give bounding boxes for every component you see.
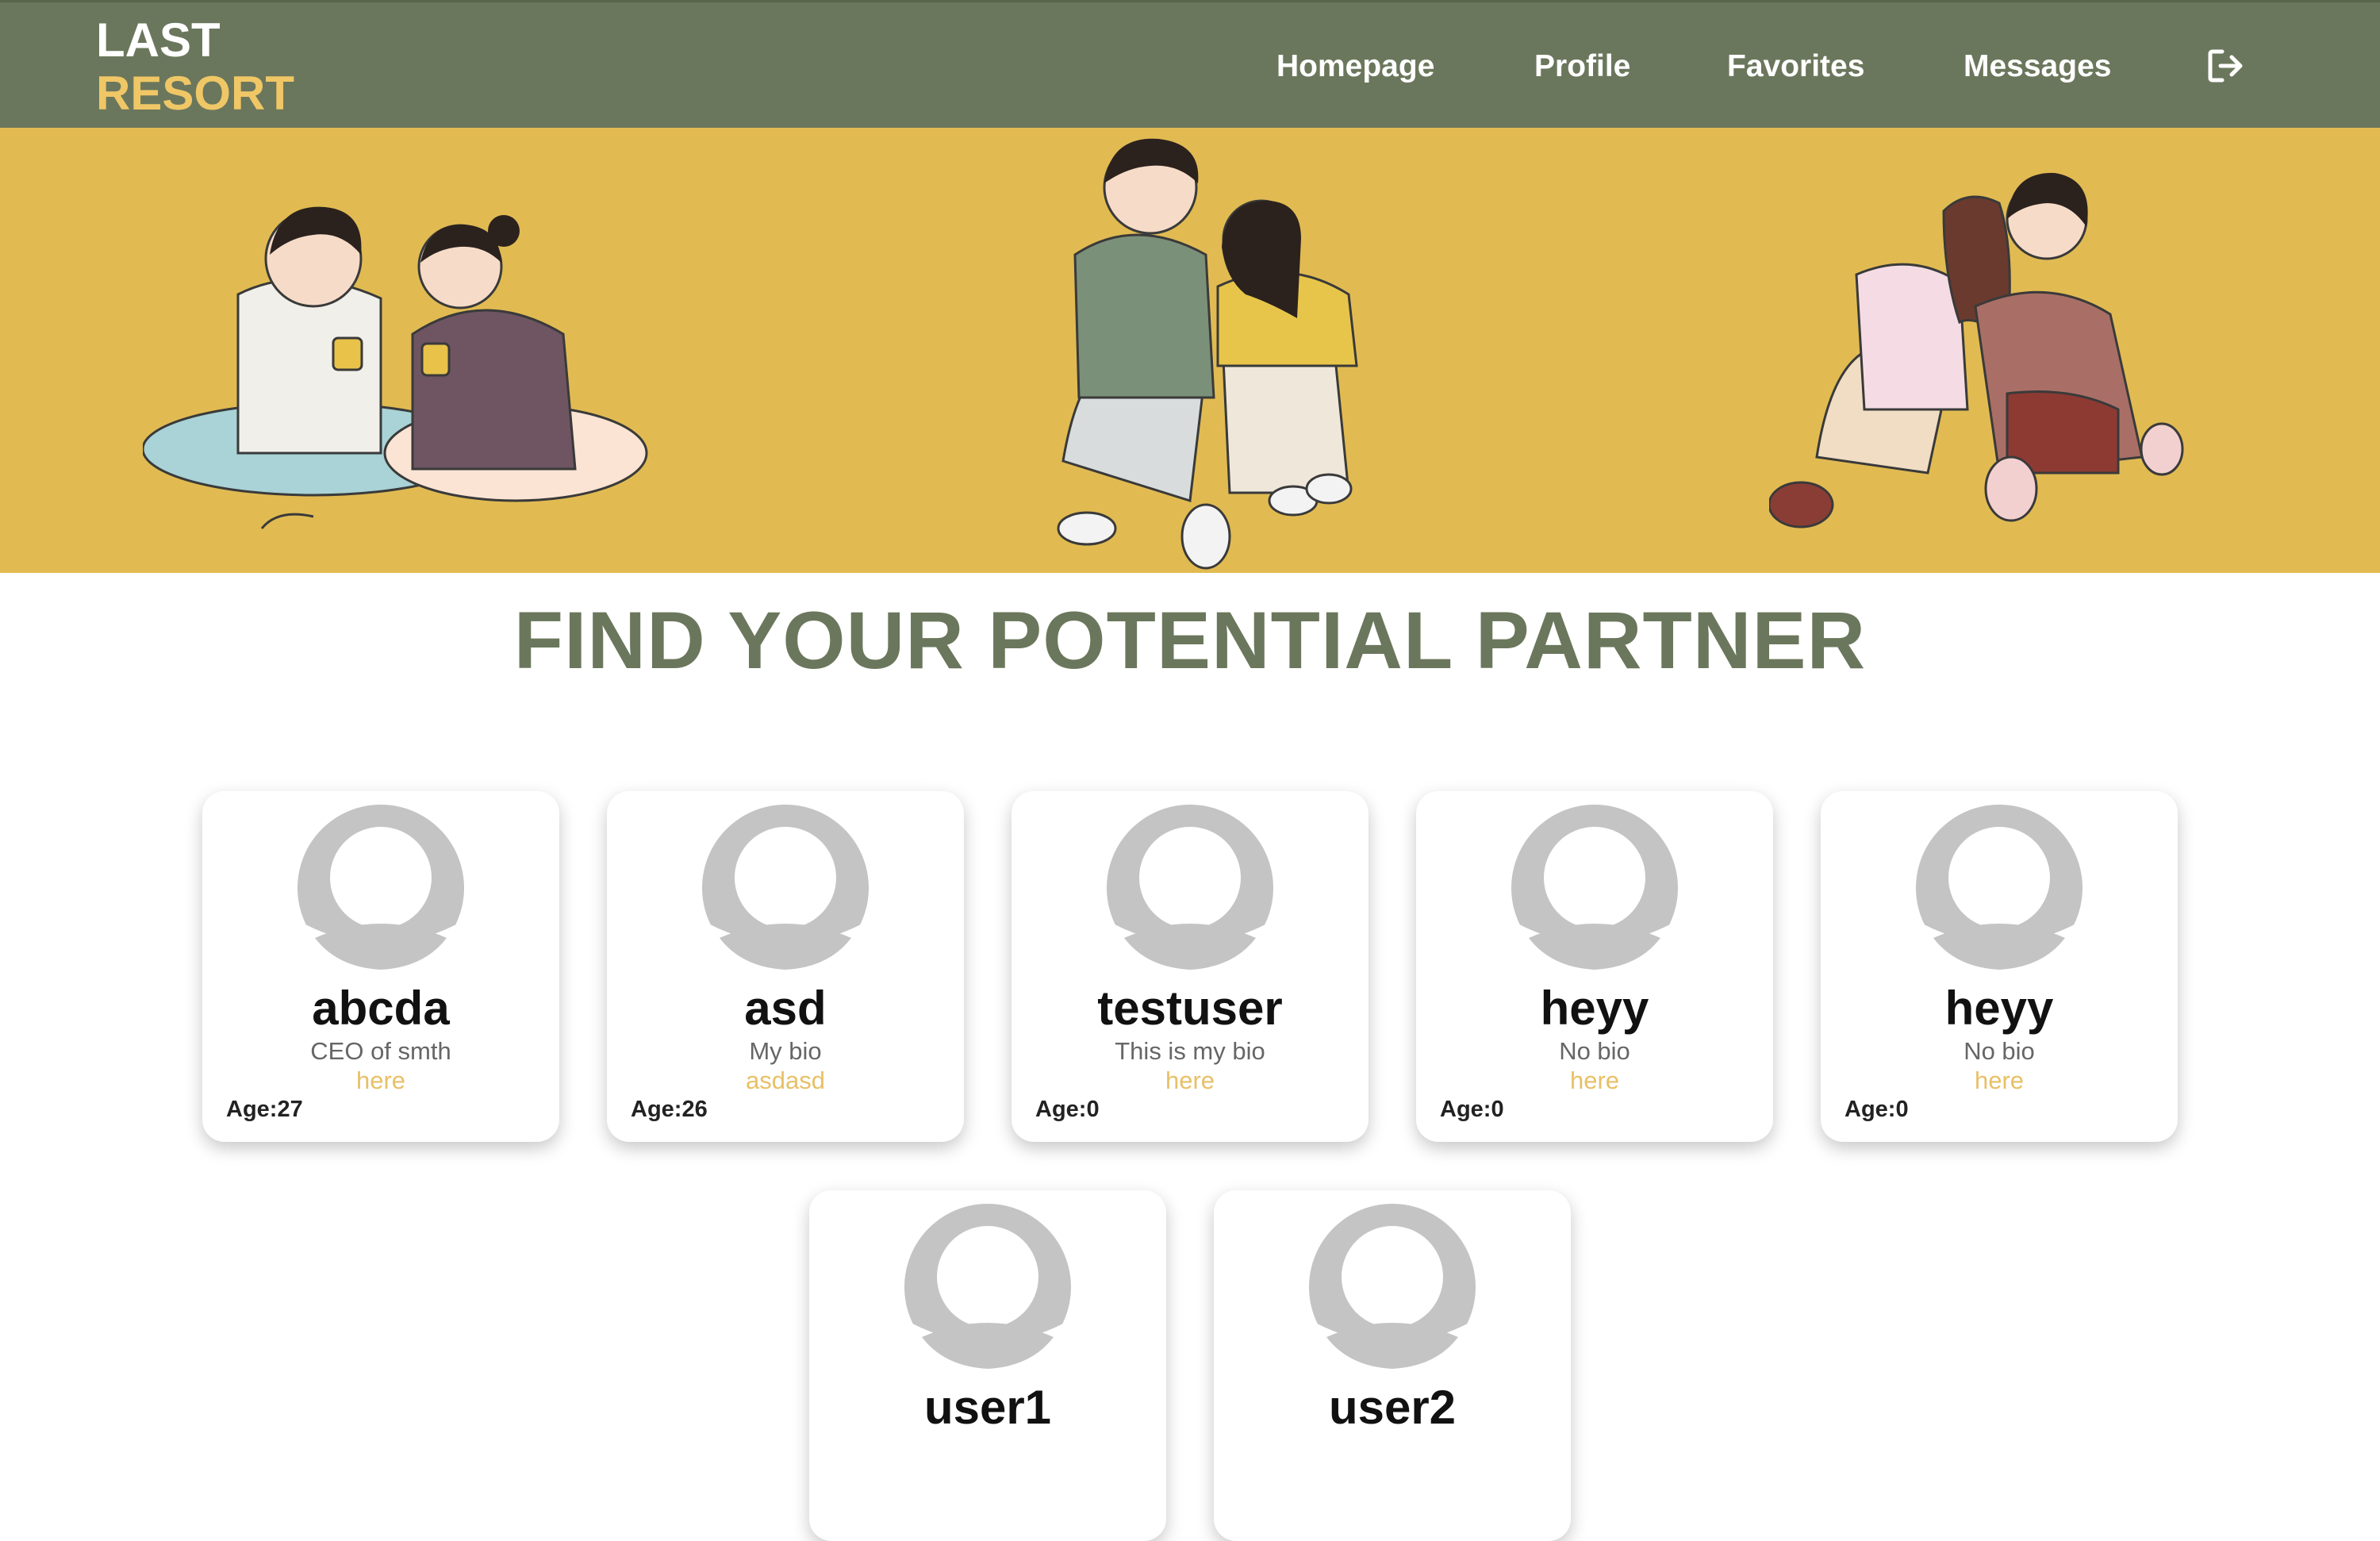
hero-banner bbox=[0, 128, 2380, 573]
profile-age-value: 0 bbox=[1895, 1097, 1909, 1122]
profile-card-5[interactable]: heyy No bio here Age:0 bbox=[1821, 791, 2178, 1142]
profile-bio: CEO of smth bbox=[310, 1037, 451, 1065]
top-navbar: LAST RESORT Homepage Profile Favorites M… bbox=[0, 0, 2380, 128]
profile-bio: No bio bbox=[1559, 1037, 1630, 1065]
profile-name: asd bbox=[744, 982, 827, 1035]
avatar-placeholder-icon bbox=[1309, 1204, 1476, 1370]
profile-name: abcda bbox=[312, 982, 450, 1035]
profile-age-label: Age: bbox=[1440, 1097, 1491, 1122]
avatar-placeholder-icon bbox=[904, 1204, 1071, 1370]
avatar-placeholder-icon bbox=[702, 805, 869, 971]
page-title: FIND YOUR POTENTIAL PARTNER bbox=[513, 595, 1867, 686]
couple-coffee-illustration bbox=[143, 206, 648, 529]
brand-line-2: RESORT bbox=[96, 67, 295, 120]
nav-profile[interactable]: Profile bbox=[1534, 48, 1630, 84]
profile-extra-text: here bbox=[1569, 1066, 1620, 1094]
profile-card-3[interactable]: testuser This is my bio here Age:0 bbox=[1012, 791, 1368, 1142]
avatar-placeholder-icon bbox=[1916, 805, 2082, 971]
avatar-placeholder-icon bbox=[1107, 805, 1273, 971]
profile-extra-text: here bbox=[355, 1066, 406, 1094]
profile-age: Age:0 bbox=[1440, 1096, 1504, 1123]
profile-age-value: 27 bbox=[277, 1097, 303, 1122]
profile-age-label: Age: bbox=[226, 1097, 278, 1122]
avatar-placeholder-icon bbox=[298, 805, 464, 971]
profile-bio: This is my bio bbox=[1115, 1037, 1265, 1065]
couple-leaning-illustration bbox=[1057, 138, 1358, 570]
profile-name: user2 bbox=[1328, 1381, 1457, 1434]
profile-age-value: 0 bbox=[1086, 1097, 1100, 1122]
brand-logo[interactable]: LAST RESORT bbox=[96, 13, 294, 120]
sign-out-icon[interactable] bbox=[2208, 48, 2244, 83]
profile-name: heyy bbox=[1944, 982, 2054, 1035]
nav-homepage[interactable]: Homepage bbox=[1276, 48, 1434, 84]
profile-extra-text: asdasd bbox=[746, 1066, 825, 1094]
profile-age-value: 0 bbox=[1491, 1097, 1504, 1122]
profile-age-label: Age: bbox=[631, 1097, 682, 1122]
profile-age: Age:26 bbox=[631, 1096, 708, 1123]
profile-bio: My bio bbox=[749, 1037, 822, 1065]
profile-age: Age:0 bbox=[1844, 1096, 1909, 1123]
couple-embracing-illustration bbox=[1769, 172, 2184, 528]
profile-age-label: Age: bbox=[1035, 1097, 1087, 1122]
profile-name: user1 bbox=[923, 1381, 1052, 1434]
profile-name: heyy bbox=[1540, 982, 1649, 1035]
profile-card-6[interactable]: user1 bbox=[809, 1190, 1166, 1541]
profile-card-7[interactable]: user2 bbox=[1214, 1190, 1571, 1541]
nav-messages[interactable]: Messages bbox=[1964, 48, 2111, 84]
profile-age: Age:0 bbox=[1035, 1096, 1100, 1123]
profile-card-4[interactable]: heyy No bio here Age:0 bbox=[1416, 791, 1773, 1142]
nav-favorites[interactable]: Favorites bbox=[1727, 48, 1864, 84]
profile-bio: No bio bbox=[1964, 1037, 2035, 1065]
profile-name: testuser bbox=[1097, 982, 1283, 1035]
profile-card-1[interactable]: abcda CEO of smth here Age:27 bbox=[202, 791, 559, 1142]
profile-extra-text: here bbox=[1165, 1066, 1215, 1094]
profile-extra-text: here bbox=[1974, 1066, 2025, 1094]
profile-age-value: 26 bbox=[681, 1097, 708, 1122]
avatar-placeholder-icon bbox=[1511, 805, 1678, 971]
profile-age-label: Age: bbox=[1844, 1097, 1896, 1122]
brand-line-1: LAST bbox=[96, 13, 221, 67]
profile-age: Age:27 bbox=[226, 1096, 303, 1123]
profile-card-2[interactable]: asd My bio asdasd Age:26 bbox=[607, 791, 964, 1142]
